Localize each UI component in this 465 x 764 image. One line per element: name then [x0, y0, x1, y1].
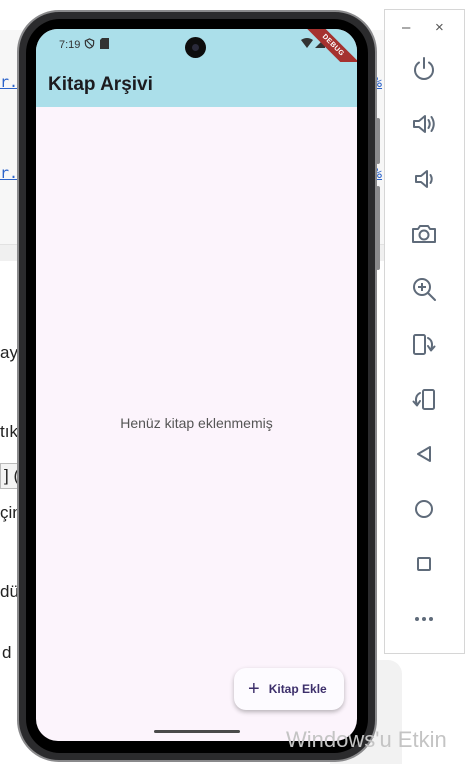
- host-text-fragment: d: [2, 643, 12, 662]
- rotate-left-icon: [413, 334, 436, 355]
- back-icon: [417, 446, 431, 462]
- zoom-button[interactable]: [407, 272, 441, 306]
- home-indicator[interactable]: [154, 730, 240, 733]
- more-button[interactable]: [407, 602, 441, 636]
- phone-volume-button: [376, 186, 380, 270]
- emulator-toolbar: – ×: [384, 9, 465, 654]
- volume-up-button[interactable]: [407, 107, 441, 141]
- power-button[interactable]: [407, 52, 441, 86]
- host-link-fragment[interactable]: r.: [0, 164, 18, 182]
- rotate-right-icon: [412, 389, 435, 410]
- add-book-label: Kitap Ekle: [268, 682, 327, 696]
- host-link-fragment[interactable]: r.: [0, 73, 18, 91]
- sd-card-icon: [100, 38, 109, 52]
- rotate-right-button[interactable]: [407, 382, 441, 416]
- minimize-icon[interactable]: –: [402, 20, 410, 35]
- close-icon[interactable]: ×: [435, 20, 444, 35]
- home-icon: [415, 500, 433, 518]
- plus-icon: +: [248, 678, 260, 700]
- overview-button[interactable]: [407, 547, 441, 581]
- power-icon: [414, 57, 434, 80]
- front-camera: [185, 37, 206, 58]
- rotate-left-button[interactable]: [407, 327, 441, 361]
- more-icon: [415, 617, 433, 621]
- back-button[interactable]: [407, 437, 441, 471]
- app-bar: Kitap Arşivi: [36, 62, 357, 107]
- overview-icon: [417, 557, 431, 571]
- volume-down-button[interactable]: [407, 162, 441, 196]
- app-screen: 7:19 DEBUG Kitap Arşivi Henüz kitap ekle…: [36, 29, 357, 741]
- empty-state-message: Henüz kitap eklenmemiş: [120, 415, 273, 431]
- camera-icon: [412, 225, 436, 243]
- activation-watermark: Windows'u Etkin: [286, 727, 447, 752]
- add-book-button[interactable]: + Kitap Ekle: [234, 668, 344, 710]
- wifi-icon: [301, 38, 313, 51]
- volume-down-icon: [415, 170, 433, 188]
- volume-up-icon: [413, 115, 435, 133]
- status-time: 7:19: [59, 39, 81, 51]
- screen: { "background": { "fragments_top": ["r."…: [0, 0, 465, 764]
- phone-side-button: [376, 118, 380, 164]
- status-bar: 7:19 DEBUG: [36, 29, 357, 83]
- home-button[interactable]: [407, 492, 441, 526]
- screenshot-button[interactable]: [407, 217, 441, 251]
- zoom-in-icon: [413, 278, 436, 301]
- page-title: Kitap Arşivi: [48, 74, 153, 95]
- shield-icon: [84, 38, 95, 52]
- host-text-fragment: tık: [0, 422, 18, 441]
